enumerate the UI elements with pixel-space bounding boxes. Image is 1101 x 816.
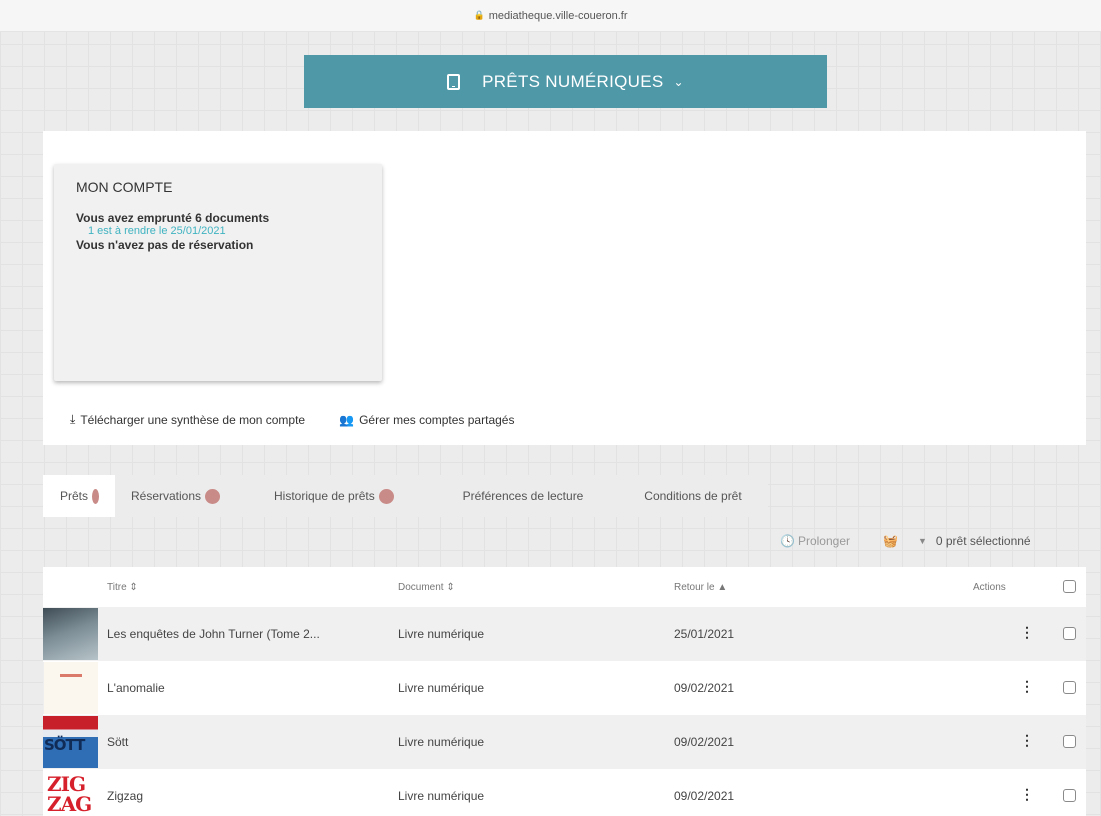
account-card-title: MON COMPTE <box>76 179 173 195</box>
tab-loans[interactable]: Prêts 6 <box>43 475 115 517</box>
header-actions: Actions <box>973 581 1006 593</box>
row-title[interactable]: Zigzag <box>107 789 143 803</box>
table-header: Titre ⇕ Document ⇕ Retour le ▲ Actions <box>43 567 1086 607</box>
header-document[interactable]: Document ⇕ <box>398 582 455 593</box>
row-checkbox[interactable] <box>1063 681 1076 694</box>
digital-loans-menu[interactable]: PRÊTS NUMÉRIQUES ⌄ <box>304 55 827 108</box>
browser-url-bar[interactable]: 🔒 mediatheque.ville-coueron.fr <box>0 0 1101 32</box>
row-return-date: 09/02/2021 <box>674 789 735 803</box>
prolong-label: Prolonger <box>797 534 850 548</box>
selected-count: 0 prêt sélectionné <box>935 534 1031 548</box>
row-document: Livre numérique <box>398 735 485 749</box>
clock-icon: 🕓 <box>780 534 795 548</box>
row-document: Livre numérique <box>398 627 485 641</box>
loans-toolbar: 🕓 Prolonger 🧺 ▼ 0 prêt sélectionné <box>780 531 1031 551</box>
book-cover[interactable]: SÖTT <box>43 716 98 768</box>
tab-loans-badge: 6 <box>92 488 99 504</box>
tab-loan-history-label: Historique de prêts <box>274 489 375 503</box>
download-icon: ⤓ <box>70 412 76 426</box>
row-title[interactable]: L'anomalie <box>107 681 165 695</box>
table-row[interactable]: ZIG ZAG Zigzag Livre numérique 09/02/202… <box>43 769 1086 816</box>
chevron-down-icon: ⌄ <box>673 74 684 89</box>
tab-loans-label: Prêts <box>60 489 89 503</box>
row-checkbox[interactable] <box>1063 735 1076 748</box>
row-return-date: 25/01/2021 <box>674 627 735 641</box>
header-title[interactable]: Titre ⇕ <box>107 582 138 593</box>
account-summary-card: MON COMPTE Vous avez emprunté 6 document… <box>54 164 382 381</box>
loans-table: Titre ⇕ Document ⇕ Retour le ▲ Actions L… <box>43 567 1086 816</box>
row-return-date: 09/02/2021 <box>674 681 735 695</box>
table-row[interactable]: SÖTT Sött Livre numérique 09/02/2021 ⋮ <box>43 715 1086 769</box>
shared-accounts-link[interactable]: 👥 Gérer mes comptes partagés <box>339 413 514 427</box>
header-return-date[interactable]: Retour le ▲ <box>674 582 727 593</box>
tab-loan-history-badge: 1 <box>378 488 394 504</box>
row-document: Livre numérique <box>398 789 485 803</box>
shared-accounts-label: Gérer mes comptes partagés <box>359 412 515 427</box>
reservations-summary: Vous n'avez pas de réservation <box>76 238 254 252</box>
download-summary-label: Télécharger une synthèse de mon compte <box>80 412 306 427</box>
row-title[interactable]: Sött <box>107 735 128 749</box>
tab-reservations-badge: 0 <box>205 488 221 504</box>
row-actions-icon[interactable]: ⋮ <box>1020 624 1034 641</box>
menu-title: PRÊTS NUMÉRIQUES <box>482 71 664 91</box>
row-checkbox[interactable] <box>1063 627 1076 640</box>
prolong-button[interactable]: 🕓 Prolonger <box>780 534 850 548</box>
caret-down-icon[interactable]: ▼ <box>918 536 927 546</box>
row-actions-icon[interactable]: ⋮ <box>1020 678 1034 695</box>
account-tabs: Prêts 6 Réservations 0 Historique de prê… <box>43 475 768 517</box>
book-cover[interactable] <box>43 608 98 660</box>
tab-reservations[interactable]: Réservations 0 <box>115 475 258 517</box>
row-checkbox[interactable] <box>1063 789 1076 802</box>
book-cover[interactable] <box>43 662 98 714</box>
row-return-date: 09/02/2021 <box>674 735 735 749</box>
tab-loan-conditions[interactable]: Conditions de prêt <box>618 475 768 517</box>
tab-reading-preferences-label: Préférences de lecture <box>462 489 584 503</box>
tab-loan-history[interactable]: Historique de prêts 1 <box>258 475 428 517</box>
tablet-icon <box>447 73 461 90</box>
book-cover[interactable]: ZIG ZAG <box>43 770 98 816</box>
table-row[interactable]: L'anomalie Livre numérique 09/02/2021 ⋮ <box>43 661 1086 715</box>
account-panel: MON COMPTE Vous avez emprunté 6 document… <box>43 131 1086 445</box>
url-text: mediatheque.ville-coueron.fr <box>488 9 628 22</box>
tab-reading-preferences[interactable]: Préférences de lecture <box>428 475 618 517</box>
basket-icon[interactable]: 🧺 <box>883 534 898 548</box>
users-icon: 👥 <box>339 412 355 427</box>
row-document: Livre numérique <box>398 681 485 695</box>
download-summary-link[interactable]: ⤓ Télécharger une synthèse de mon compte <box>70 412 305 427</box>
row-actions-icon[interactable]: ⋮ <box>1020 732 1034 749</box>
row-title[interactable]: Les enquêtes de John Turner (Tome 2... <box>107 627 320 641</box>
tab-reservations-label: Réservations <box>131 489 202 503</box>
account-links: ⤓ Télécharger une synthèse de mon compte… <box>70 412 514 427</box>
cover-text: SÖTT <box>44 736 85 754</box>
table-row[interactable]: Les enquêtes de John Turner (Tome 2... L… <box>43 607 1086 661</box>
lock-icon: 🔒 <box>473 10 485 20</box>
cover-text: ZIG ZAG <box>47 772 92 816</box>
select-all-checkbox[interactable] <box>1063 580 1076 593</box>
loans-summary: Vous avez emprunté 6 documents <box>76 211 270 225</box>
tab-loan-conditions-label: Conditions de prêt <box>644 489 742 503</box>
row-actions-icon[interactable]: ⋮ <box>1020 786 1034 803</box>
due-date-summary[interactable]: 1 est à rendre le 25/01/2021 <box>76 225 360 238</box>
